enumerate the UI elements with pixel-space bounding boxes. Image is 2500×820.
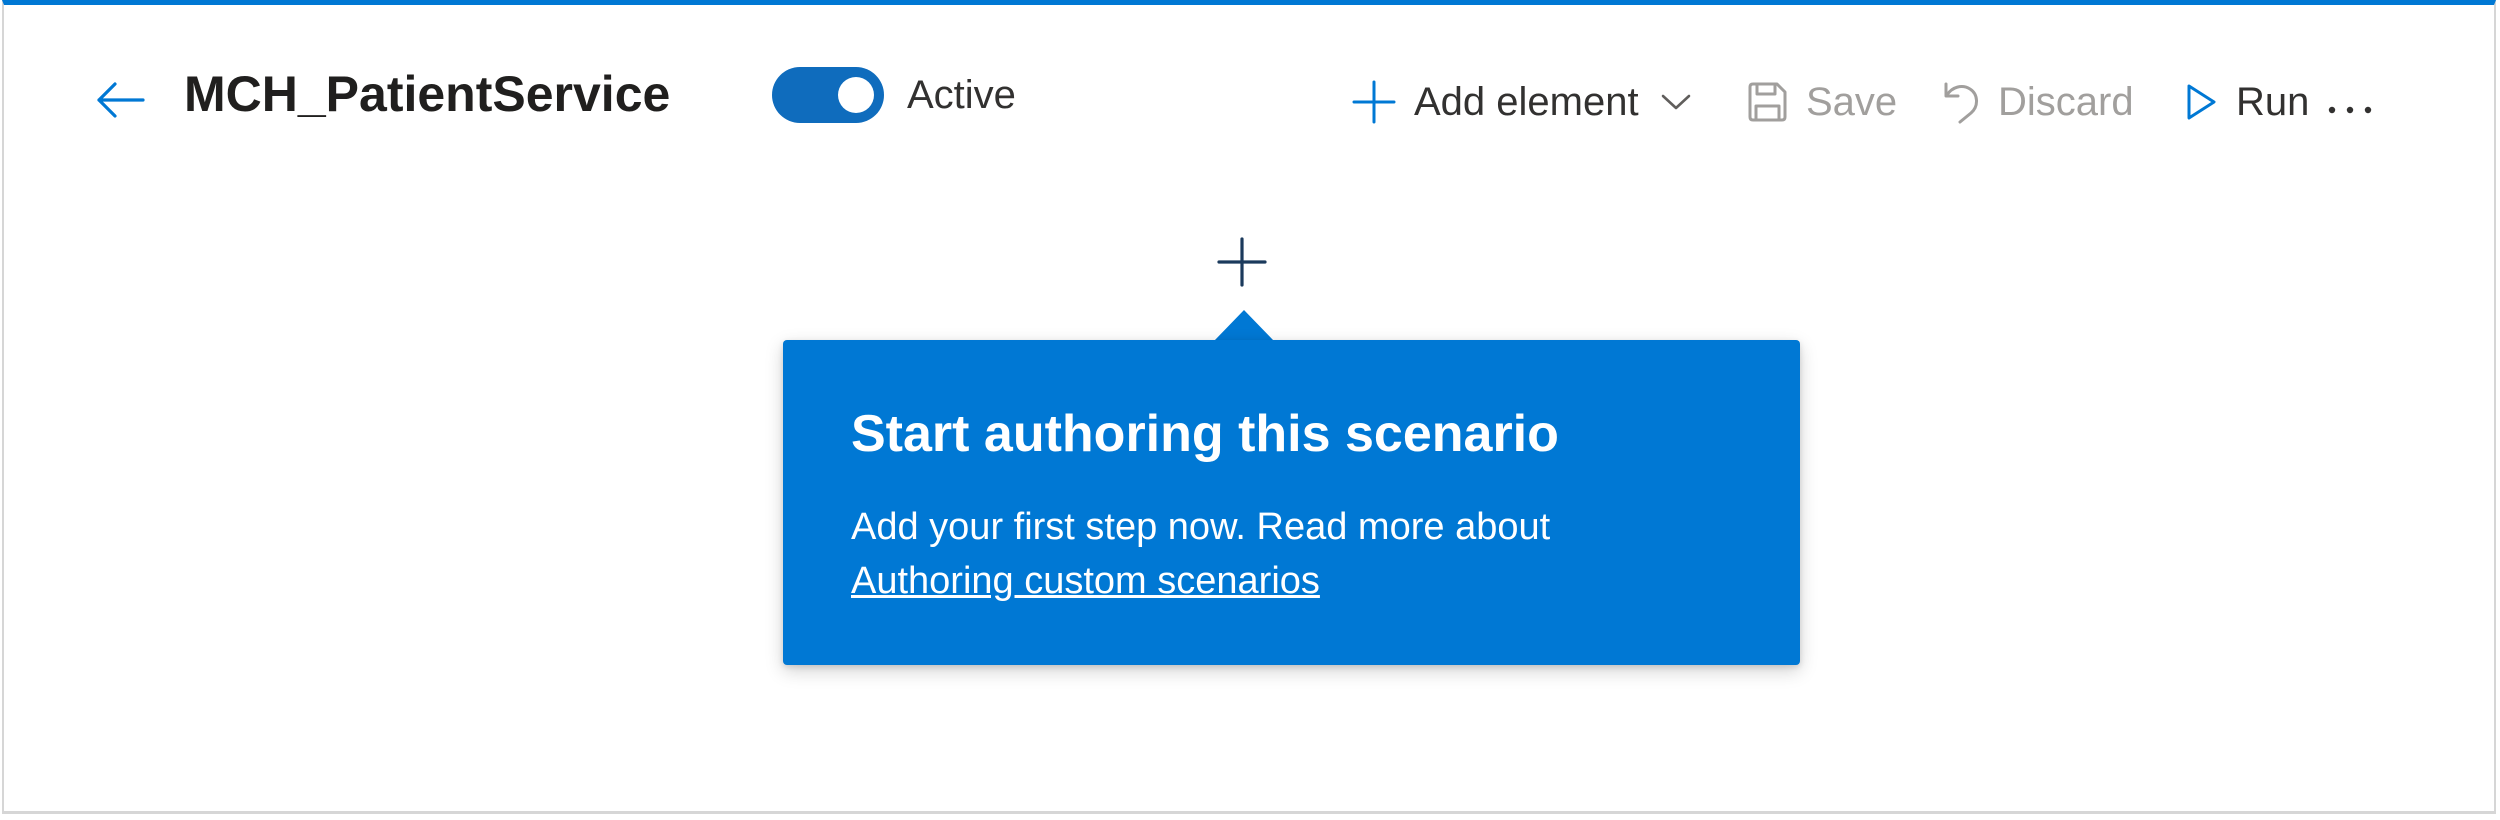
page-title: MCH_PatientService	[184, 66, 671, 122]
add-element-label: Add element	[1414, 79, 1639, 124]
callout-title: Start authoring this scenario	[851, 405, 1559, 463]
discard-button[interactable]: Discard	[1940, 72, 2134, 132]
discard-label: Discard	[1998, 79, 2134, 124]
more-button[interactable]	[2320, 72, 2380, 132]
run-label: Run	[2236, 79, 2310, 124]
save-label: Save	[1806, 79, 1898, 124]
chevron-down-icon	[1661, 93, 1691, 111]
plus-icon	[1216, 236, 1268, 293]
toggle-knob	[838, 77, 874, 113]
run-button[interactable]: Run	[2184, 72, 2309, 132]
teaching-callout: Start authoring this scenario Add your f…	[783, 340, 1800, 665]
active-toggle[interactable]	[772, 67, 884, 123]
back-button[interactable]	[92, 74, 148, 130]
play-icon	[2184, 82, 2218, 122]
more-icon	[2326, 80, 2374, 125]
undo-icon	[1940, 80, 1980, 124]
toggle-label: Active	[907, 73, 1016, 117]
callout-body-text: Add your first step now. Read more about	[851, 506, 1551, 548]
callout-beak	[1214, 310, 1274, 341]
save-icon	[1746, 81, 1788, 123]
add-step-button[interactable]	[1215, 236, 1269, 293]
add-element-button[interactable]: Add element	[1352, 72, 1691, 132]
authoring-custom-scenarios-link[interactable]: Authoring custom scenarios	[851, 554, 1320, 608]
plus-icon	[1352, 80, 1396, 124]
arrow-left-icon	[95, 80, 145, 125]
save-button[interactable]: Save	[1746, 72, 1897, 132]
callout-body: Add your first step now. Read more about…	[851, 500, 1732, 608]
